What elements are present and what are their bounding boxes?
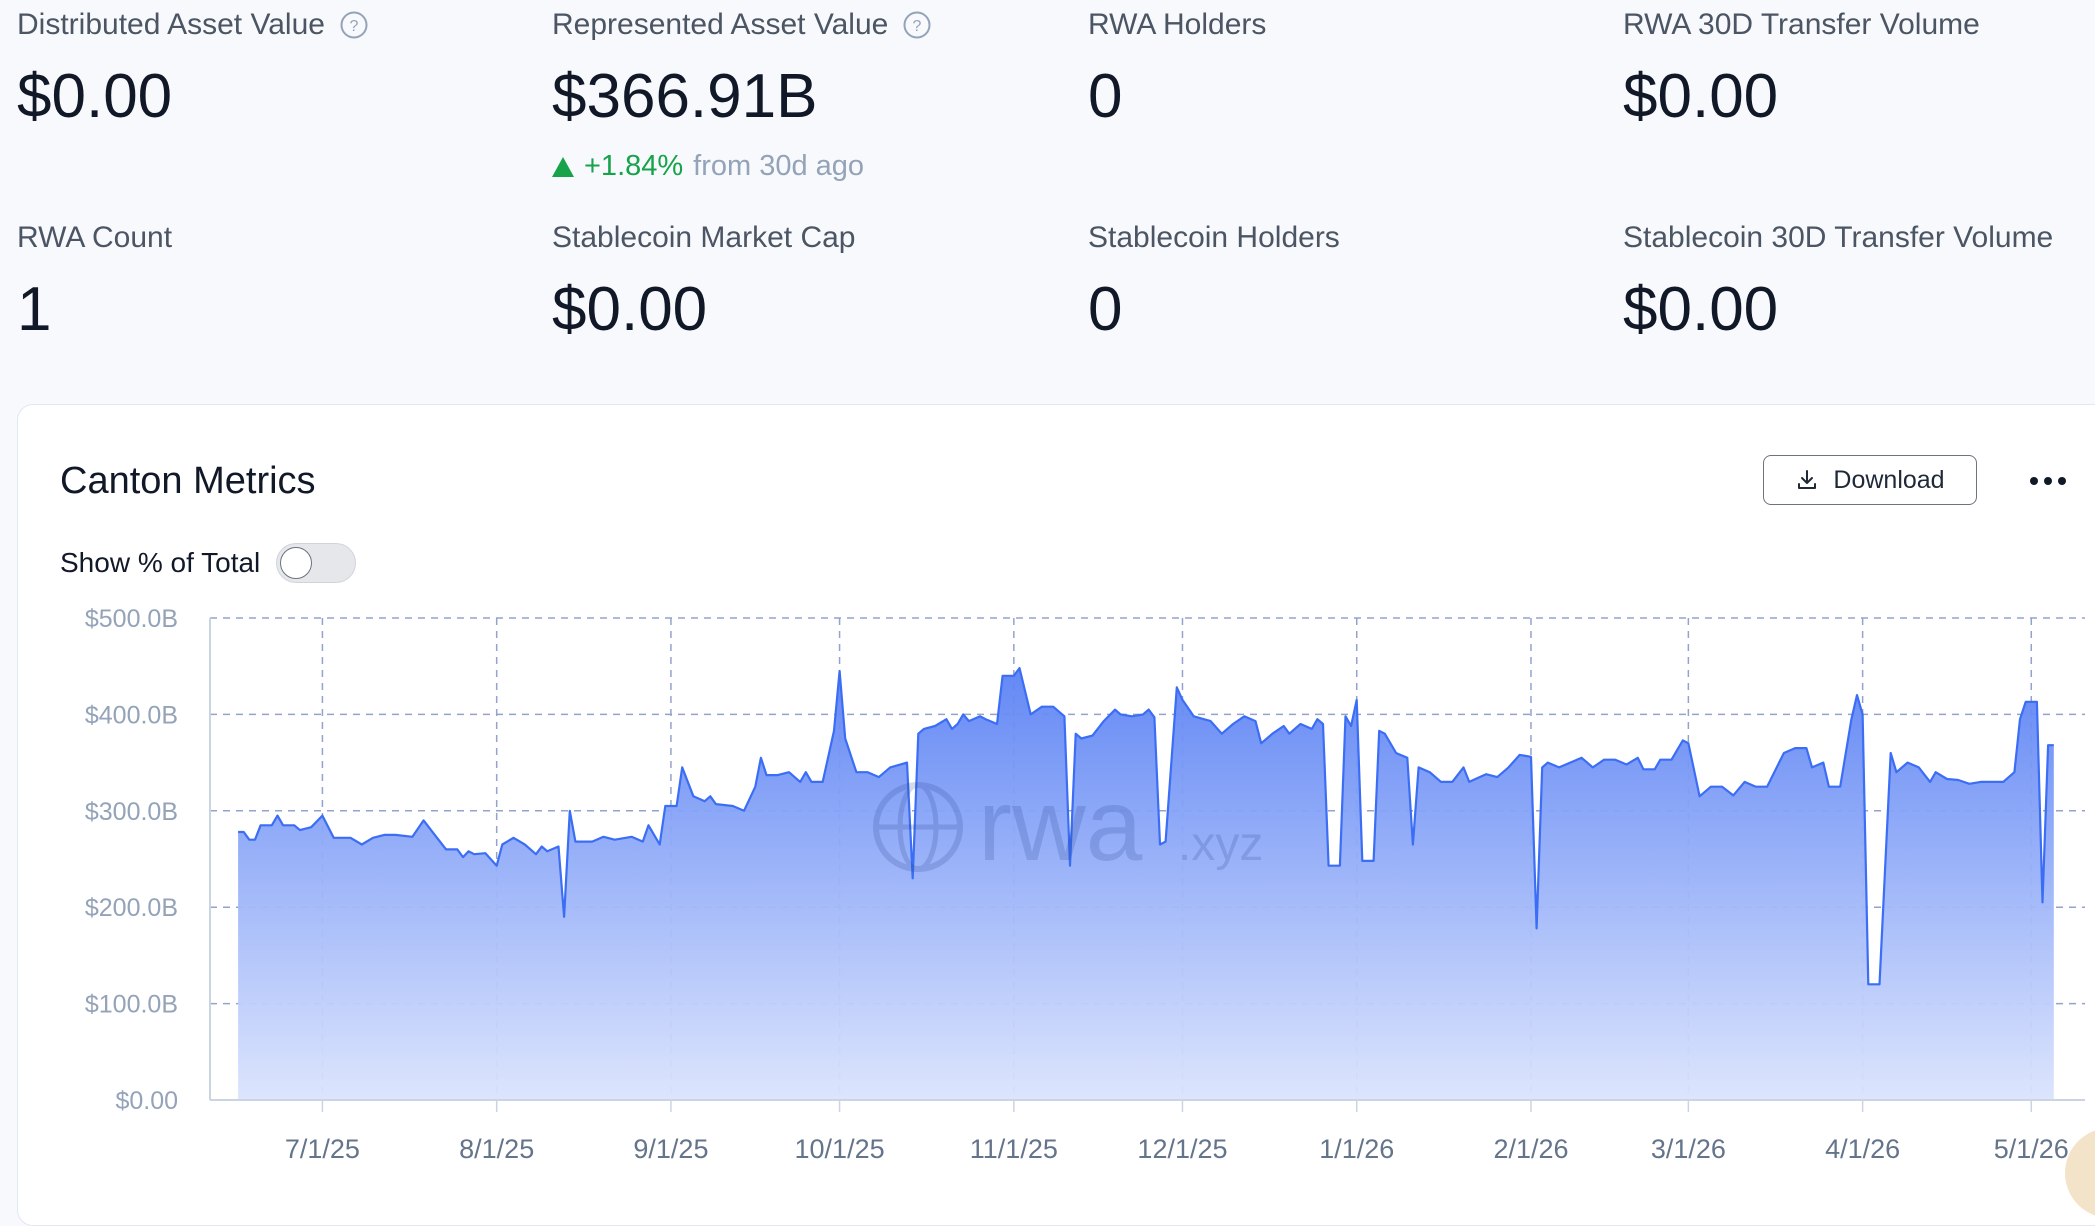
y-tick-label: $200.0B	[85, 894, 178, 922]
x-tick-label: 3/1/26	[1651, 1134, 1726, 1164]
x-tick-label: 10/1/25	[795, 1134, 885, 1164]
x-tick-label: 4/1/26	[1825, 1134, 1900, 1164]
x-tick-label: 2/1/26	[1493, 1134, 1568, 1164]
y-tick-label: $300.0B	[85, 798, 178, 826]
x-tick-label: 1/1/26	[1319, 1134, 1394, 1164]
y-tick-label: $500.0B	[85, 605, 178, 633]
watermark-suffix: .xyz	[1178, 818, 1263, 871]
x-tick-label: 8/1/25	[459, 1134, 534, 1164]
x-tick-label: 5/1/26	[1994, 1134, 2069, 1164]
y-tick-label: $400.0B	[85, 701, 178, 729]
canton-metrics-chart: rwa .xyz $0.00 $100.0B $200.0B $300.0B $400.…	[85, 605, 2085, 1164]
x-tick-label: 7/1/25	[285, 1134, 360, 1164]
y-tick-label: $0.00	[115, 1087, 178, 1115]
x-tick-label: 12/1/25	[1137, 1134, 1227, 1164]
area-series	[238, 667, 2054, 1100]
watermark-main: rwa	[978, 768, 1143, 882]
y-tick-label: $100.0B	[85, 991, 178, 1019]
x-tick-label: 9/1/25	[633, 1134, 708, 1164]
x-tick-label: 11/1/25	[970, 1134, 1058, 1164]
area-fill	[238, 668, 2054, 1100]
